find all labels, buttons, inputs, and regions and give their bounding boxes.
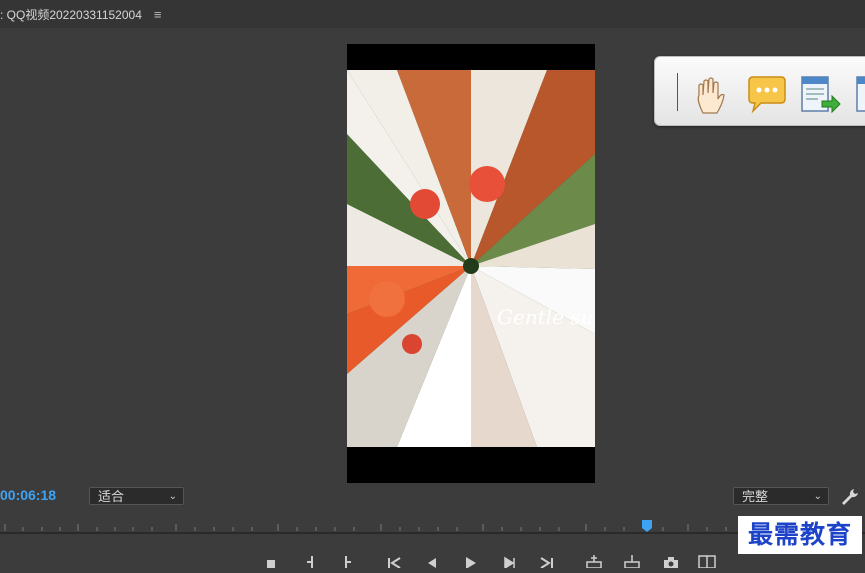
video-content: Gentle su	[347, 44, 595, 483]
wrench-icon[interactable]	[840, 487, 860, 507]
export-frame-icon[interactable]	[662, 554, 682, 569]
program-monitor: Gentle su	[0, 28, 865, 484]
quality-select[interactable]: 完整 ⌄	[733, 487, 829, 505]
panel-header: : QQ视频20220331152004 ≡	[0, 0, 865, 28]
timeline-track	[0, 532, 865, 534]
floating-toolbar	[654, 56, 865, 126]
hamburger-menu-icon[interactable]: ≡	[154, 7, 162, 22]
play-icon[interactable]	[462, 554, 482, 569]
transport-controls	[0, 546, 865, 570]
insert-icon[interactable]	[585, 554, 605, 569]
mark-out-icon[interactable]	[303, 554, 323, 568]
watermark-logo: 最需教育	[738, 516, 862, 554]
chevron-down-icon: ⌄	[168, 491, 177, 502]
compare-icon[interactable]	[697, 554, 717, 569]
chevron-down-icon: ⌄	[813, 491, 822, 502]
step-back-icon[interactable]	[424, 554, 444, 568]
go-to-out-icon[interactable]	[539, 554, 559, 569]
mark-out-alt-icon[interactable]	[341, 554, 361, 568]
go-to-in-icon[interactable]	[386, 554, 406, 569]
mark-in-icon[interactable]	[264, 554, 284, 568]
zoom-select[interactable]: 适合 ⌄	[89, 487, 184, 505]
toolbar-divider	[677, 73, 678, 111]
hand-icon[interactable]	[693, 75, 735, 115]
overwrite-icon[interactable]	[623, 554, 643, 569]
video-frame[interactable]: Gentle su	[347, 44, 595, 483]
step-forward-icon[interactable]	[501, 554, 521, 570]
monitor-controls: 00:06:18 适合 ⌄ 完整 ⌄	[0, 484, 865, 510]
document-icon[interactable]	[855, 75, 865, 115]
zoom-select-value: 适合	[98, 489, 125, 504]
comment-icon[interactable]	[745, 75, 787, 115]
overlay-script-text: Gentle su	[497, 305, 593, 329]
ruler-ticks	[4, 524, 727, 531]
timeline-ruler[interactable]	[0, 514, 865, 536]
timecode-display[interactable]: 00:06:18	[0, 487, 56, 503]
quality-select-value: 完整	[742, 489, 769, 504]
playhead-marker[interactable]	[642, 519, 652, 532]
sequence-title[interactable]: : QQ视频20220331152004	[0, 6, 142, 23]
export-document-icon[interactable]	[798, 75, 841, 115]
